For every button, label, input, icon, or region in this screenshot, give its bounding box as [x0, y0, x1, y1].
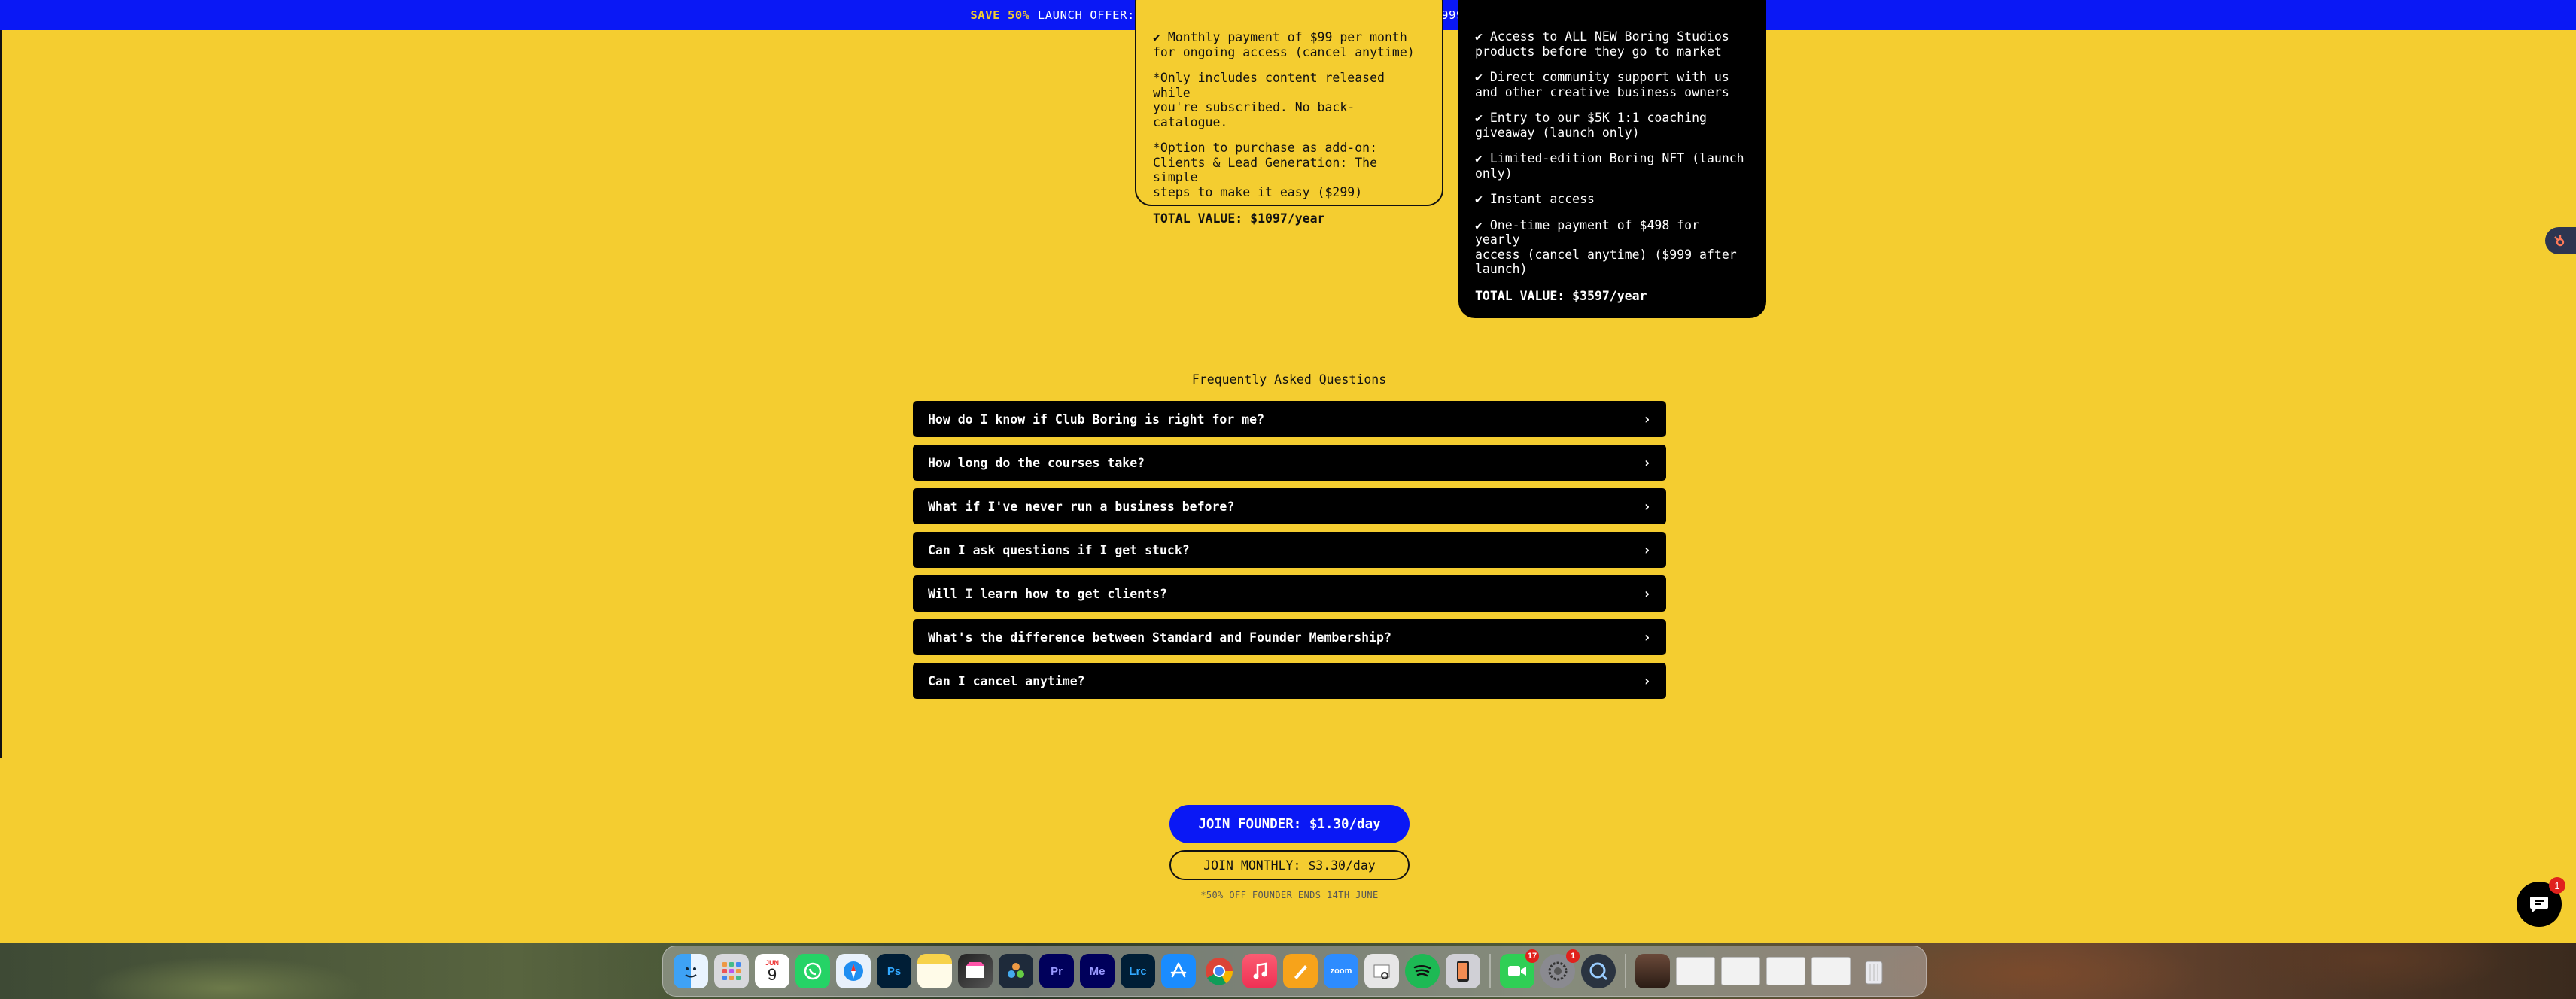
facetime-icon[interactable]: 17 [1500, 949, 1539, 988]
faq-question[interactable]: How long do the courses take? › [913, 445, 1666, 481]
chat-notification-badge: 1 [2549, 877, 2565, 894]
faq-question[interactable]: What if I've never run a business before… [913, 488, 1666, 524]
faq-question[interactable]: How do I know if Club Boring is right fo… [913, 401, 1666, 437]
founder-total-value: TOTAL VALUE: $3597/year [1475, 288, 1647, 303]
screenshot-thumbnail[interactable] [1721, 957, 1760, 985]
dock-separator [1489, 954, 1491, 988]
media-encoder-icon[interactable]: Me [1080, 954, 1115, 988]
chevron-right-icon: › [1643, 498, 1651, 515]
chevron-right-icon: › [1643, 542, 1651, 558]
screenshot-thumbnail[interactable] [1676, 957, 1715, 985]
settings-badge: 1 [1566, 949, 1580, 963]
spotify-icon[interactable] [1405, 954, 1440, 988]
join-monthly-button[interactable]: JOIN MONTHLY: $3.30/day [1169, 850, 1410, 880]
screenshot-thumbnail[interactable] [1766, 957, 1805, 985]
faq-question[interactable]: Can I ask questions if I get stuck? › [913, 532, 1666, 568]
music-icon[interactable] [1242, 954, 1277, 988]
trash-icon[interactable] [1857, 954, 1891, 988]
preview-icon[interactable] [1364, 954, 1399, 988]
card-feature: ✔ Direct community support with us and o… [1475, 70, 1729, 99]
zoom-icon[interactable]: zoom [1324, 954, 1358, 988]
screenshot-thumbnail[interactable] [1811, 957, 1851, 985]
safari-icon[interactable] [836, 954, 871, 988]
banner-highlight: SAVE 50% [970, 8, 1030, 22]
photoshop-icon[interactable]: Ps [877, 954, 911, 988]
faq-question-text: What's the difference between Standard a… [928, 630, 1391, 645]
founder-membership-card: ✔ Access to ALL NEW Boring Studios produ… [1458, 0, 1766, 318]
viewport-edge [0, 30, 2, 758]
founder-discount-note: *50% OFF FOUNDER ENDS 14TH JUNE [1200, 890, 1379, 900]
faq-question-text: How long do the courses take? [928, 455, 1145, 470]
whatsapp-icon[interactable] [795, 954, 830, 988]
premiere-icon[interactable]: Pr [1039, 954, 1074, 988]
chat-icon [2530, 897, 2548, 912]
chevron-right-icon: › [1643, 454, 1651, 471]
card-feature: ✔ Entry to our $5K 1:1 coaching giveaway… [1475, 111, 1707, 140]
app-store-icon[interactable] [1161, 954, 1196, 988]
join-founder-button[interactable]: JOIN FOUNDER: $1.30/day [1169, 805, 1410, 843]
notes-icon[interactable] [917, 954, 952, 988]
card-feature: *Option to purchase as add-on: Clients &… [1153, 141, 1378, 199]
faq-list: How do I know if Club Boring is right fo… [913, 401, 1666, 706]
facetime-badge: 17 [1525, 949, 1539, 963]
dock-separator [1625, 954, 1626, 988]
card-feature: ✔ Limited-edition Boring NFT (launch onl… [1475, 151, 1744, 181]
hubspot-icon [2554, 235, 2565, 247]
recent-photo-thumbnail[interactable] [1635, 954, 1670, 988]
calendar-icon[interactable]: JUN 9 [755, 954, 789, 988]
standard-membership-card: ✔ Monthly payment of $99 per month for o… [1135, 0, 1443, 226]
faq-question-text: Can I cancel anytime? [928, 673, 1085, 688]
faq-question-text: Will I learn how to get clients? [928, 586, 1167, 601]
card-feature: ✔ One-time payment of $498 for yearly ac… [1475, 217, 1737, 277]
faq-question[interactable]: Can I cancel anytime? › [913, 663, 1666, 699]
final-cut-icon[interactable] [958, 954, 993, 988]
lightroom-classic-icon[interactable]: Lrc [1121, 954, 1155, 988]
quicktime-icon[interactable] [1581, 954, 1616, 988]
system-settings-icon[interactable]: 1 [1540, 949, 1580, 988]
chevron-right-icon: › [1643, 411, 1651, 427]
card-feature: *Only includes content released while yo… [1153, 71, 1385, 129]
calendar-day: 9 [767, 965, 777, 984]
macos-dock: JUN 9 Ps Pr Me Lrc zoom 17 1 [662, 946, 1927, 997]
chevron-right-icon: › [1643, 673, 1651, 689]
pages-icon[interactable] [1283, 954, 1318, 988]
iphone-mirroring-icon[interactable] [1446, 954, 1480, 988]
chrome-icon[interactable] [1202, 954, 1236, 988]
standard-total-value: TOTAL VALUE: $1097/year [1153, 211, 1325, 226]
card-feature: ✔ Monthly payment of $99 per month for o… [1153, 30, 1415, 59]
finder-icon[interactable] [674, 954, 708, 988]
faq-question[interactable]: What's the difference between Standard a… [913, 619, 1666, 655]
launchpad-icon[interactable] [714, 954, 749, 988]
davinci-resolve-icon[interactable] [999, 954, 1033, 988]
card-feature: ✔ Access to ALL NEW Boring Studios produ… [1475, 29, 1729, 59]
chevron-right-icon: › [1643, 585, 1651, 602]
chevron-right-icon: › [1643, 629, 1651, 645]
faq-question-text: How do I know if Club Boring is right fo… [928, 411, 1265, 427]
faq-question-text: Can I ask questions if I get stuck? [928, 542, 1190, 557]
faq-question-text: What if I've never run a business before… [928, 499, 1235, 514]
accessibility-widget-tab[interactable] [2545, 227, 2576, 254]
faq-heading: Frequently Asked Questions [1191, 372, 1387, 387]
faq-question[interactable]: Will I learn how to get clients? › [913, 575, 1666, 612]
card-feature: ✔ Instant access [1475, 192, 1595, 206]
